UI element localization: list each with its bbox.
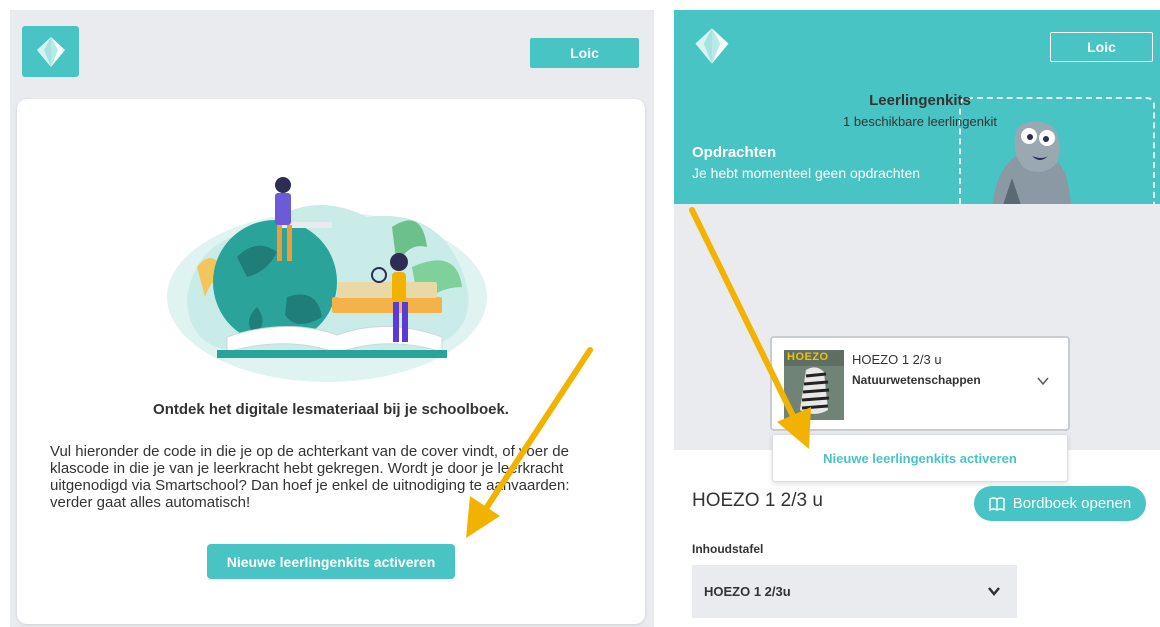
activation-card: Ontdek het digitale lesmateriaal bij je … <box>17 99 645 624</box>
open-bordboek-button[interactable]: Bordboek openen <box>974 486 1146 521</box>
kit-cover-image: HOEZO <box>784 350 844 420</box>
activate-kits-option[interactable]: Nieuwe leerlingenkits activeren <box>772 434 1068 482</box>
world-books-illustration <box>167 177 487 382</box>
app-logo-icon[interactable] <box>22 26 79 77</box>
chevron-down-icon <box>988 587 1000 596</box>
card-description: Vul hieronder de code in die je op de ac… <box>50 443 570 511</box>
kit-cover-label: HOEZO <box>787 351 829 363</box>
activate-kits-button[interactable]: Nieuwe leerlingenkits activeren <box>207 544 455 579</box>
assignments-subtitle: Je hebt momenteel geen opdrachten <box>692 165 921 181</box>
kit-name: HOEZO 1 2/3 u <box>852 352 942 367</box>
app-logo-icon[interactable] <box>690 24 734 68</box>
chevron-down-icon <box>1037 377 1049 386</box>
kits-title: Leerlingenkits <box>869 92 971 109</box>
kit-selector[interactable]: HOEZO HOEZO 1 2/3 u Natuurwetenschappen <box>770 336 1070 431</box>
book-title: HOEZO 1 2/3 u <box>692 490 823 511</box>
card-heading: Ontdek het digitale lesmateriaal bij je … <box>153 401 509 418</box>
user-button[interactable]: Loic <box>1050 32 1153 62</box>
assignments-title: Opdrachten <box>692 144 777 161</box>
left-screen: Loic Ontdek het digitale lesmateriaal bi… <box>10 10 654 627</box>
book-icon <box>989 496 1005 511</box>
toc-dropdown[interactable]: HOEZO 1 2/3u <box>692 565 1017 618</box>
toc-label: Inhoudstafel <box>692 542 764 556</box>
kits-count: 1 beschikbare leerlingenkit <box>843 114 997 129</box>
toc-selected-value: HOEZO 1 2/3u <box>704 584 791 599</box>
user-button[interactable]: Loic <box>530 38 639 68</box>
bordboek-label: Bordboek openen <box>1012 495 1132 512</box>
kit-subject: Natuurwetenschappen <box>852 373 981 387</box>
right-screen: Loic Opdrachten Je hebt momenteel geen o… <box>674 10 1160 627</box>
